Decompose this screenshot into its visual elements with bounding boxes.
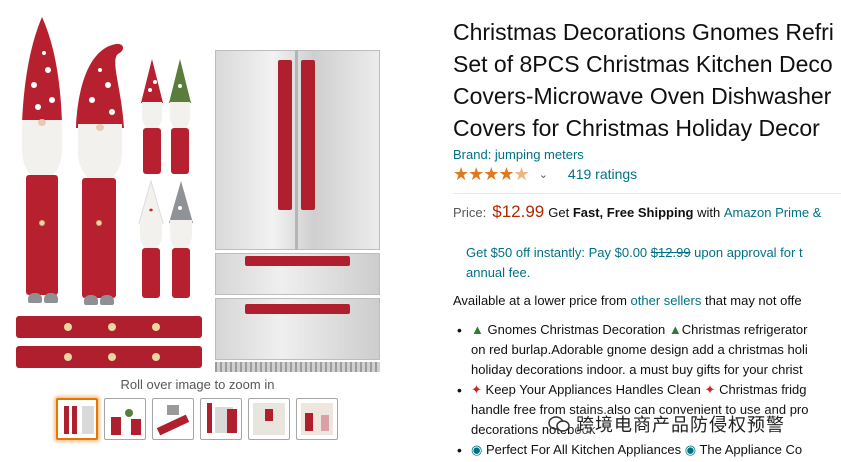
gnome-hat-icon: [169, 181, 193, 223]
price-row: Price: $12.99 Get Fast, Free Shipping wi…: [453, 202, 821, 222]
price-value: $12.99: [492, 202, 545, 221]
feature-bullets: ▲ Gnomes Christmas Decoration ▲Christmas…: [453, 320, 809, 460]
bullet-text: Keep Your Appliances Handles Clean: [485, 382, 701, 397]
shipping-fast-free: Fast, Free Shipping: [572, 205, 694, 220]
offer-annual-fee: annual fee.: [466, 265, 531, 280]
christmas-tree-icon: ▲: [471, 322, 484, 337]
amazon-prime-link[interactable]: Amazon Prime &: [724, 205, 822, 220]
wechat-icon: [548, 416, 570, 432]
gnome-handle-cover-large-1: [20, 15, 64, 305]
bullet-text: Christmas fridg: [719, 382, 807, 397]
star-rating-icon[interactable]: ★★★★★: [453, 164, 530, 185]
availability-row: Available at a lower price from other se…: [453, 293, 802, 308]
gnome-small-green-1: [168, 58, 192, 176]
zoom-hint: Roll over image to zoom in: [120, 377, 275, 392]
watermark-text: 跨境电商产品防侵权预警: [576, 415, 785, 435]
gnome-small-grey-1: [168, 180, 194, 300]
thumbnail-1[interactable]: [56, 398, 98, 440]
thumbnail-3[interactable]: [152, 398, 194, 440]
bullet-text: Christmas refrigerator: [681, 322, 808, 337]
list-item: ▲ Gnomes Christmas Decoration ▲Christmas…: [453, 320, 809, 380]
thumbnail-2[interactable]: [104, 398, 146, 440]
bullet-text: Perfect For All Kitchen Appliances: [485, 442, 682, 457]
thumbnail-6[interactable]: [296, 398, 338, 440]
offer-text: Get $50 off instantly: Pay $0.00: [466, 245, 648, 260]
offer-strike-price: $12.99: [650, 245, 691, 260]
title-line: Set of 8PCS Christmas Kitchen Deco: [453, 51, 833, 77]
availability-text-post: that may not offe: [704, 293, 802, 308]
bullet-text: holiday decorations indoor. a must buy g…: [471, 362, 803, 377]
party-popper-icon: ✦: [471, 382, 482, 397]
title-line: Christmas Decorations Gnomes Refri: [453, 19, 834, 45]
watermark: 跨境电商产品防侵权预警: [548, 411, 785, 437]
thumbnail-strip: [56, 398, 338, 440]
title-line: Covers for Christmas Holiday Decor: [453, 115, 820, 141]
flying-saucer-icon: ◉: [684, 442, 697, 457]
gnome-hat-icon: [169, 59, 191, 103]
drawer-handle-cover-2: [16, 346, 202, 368]
gnome-handle-cover-large-2: [72, 40, 128, 305]
gnome-hat-icon: [76, 43, 124, 128]
gnome-hat-icon: [141, 59, 163, 103]
shipping-get: Get: [548, 205, 570, 220]
bullet-text: on red burlap.Adorable gnome design add …: [471, 342, 808, 357]
christmas-tree-icon: ▲: [668, 322, 682, 337]
bullet-text: The Appliance Co: [699, 442, 803, 457]
gnome-hat-icon: [138, 180, 164, 224]
thumbnail-4[interactable]: [200, 398, 242, 440]
list-item: ◉ Perfect For All Kitchen Appliances ◉ T…: [453, 440, 809, 460]
chevron-down-icon[interactable]: ⌄: [539, 168, 548, 181]
flying-saucer-icon: ◉: [471, 442, 483, 457]
fridge-illustration: [215, 50, 380, 372]
ratings-count-link[interactable]: 419 ratings: [568, 166, 637, 182]
party-popper-icon: ✦: [704, 382, 716, 397]
card-offer[interactable]: Get $50 off instantly: Pay $0.00 $12.99 …: [466, 243, 803, 283]
brand-link[interactable]: Brand: jumping meters: [453, 147, 584, 162]
price-label: Price:: [453, 205, 487, 220]
gnome-hat-icon: [22, 17, 62, 123]
product-title: Christmas Decorations Gnomes Refri Set o…: [453, 16, 834, 144]
product-info: Christmas Decorations Gnomes Refri Set o…: [453, 0, 841, 462]
thumbnail-5[interactable]: [248, 398, 290, 440]
drawer-handle-cover-1: [16, 316, 202, 338]
gnome-small-white-1: [138, 180, 164, 300]
shipping-with: with: [697, 205, 721, 220]
other-sellers-link[interactable]: other sellers: [631, 293, 702, 308]
title-line: Covers-Microwave Oven Dishwasher: [453, 83, 832, 109]
divider: [453, 193, 841, 194]
product-image-area[interactable]: Roll over image to zoom in: [0, 0, 440, 462]
gnome-small-red-1: [140, 58, 164, 176]
bullet-text: Gnomes Christmas Decoration: [487, 322, 666, 337]
rating-row: ★★★★★ ⌄ 419 ratings: [453, 164, 637, 184]
availability-text: Available at a lower price from: [453, 293, 627, 308]
offer-text-post: upon approval for t: [694, 245, 803, 260]
